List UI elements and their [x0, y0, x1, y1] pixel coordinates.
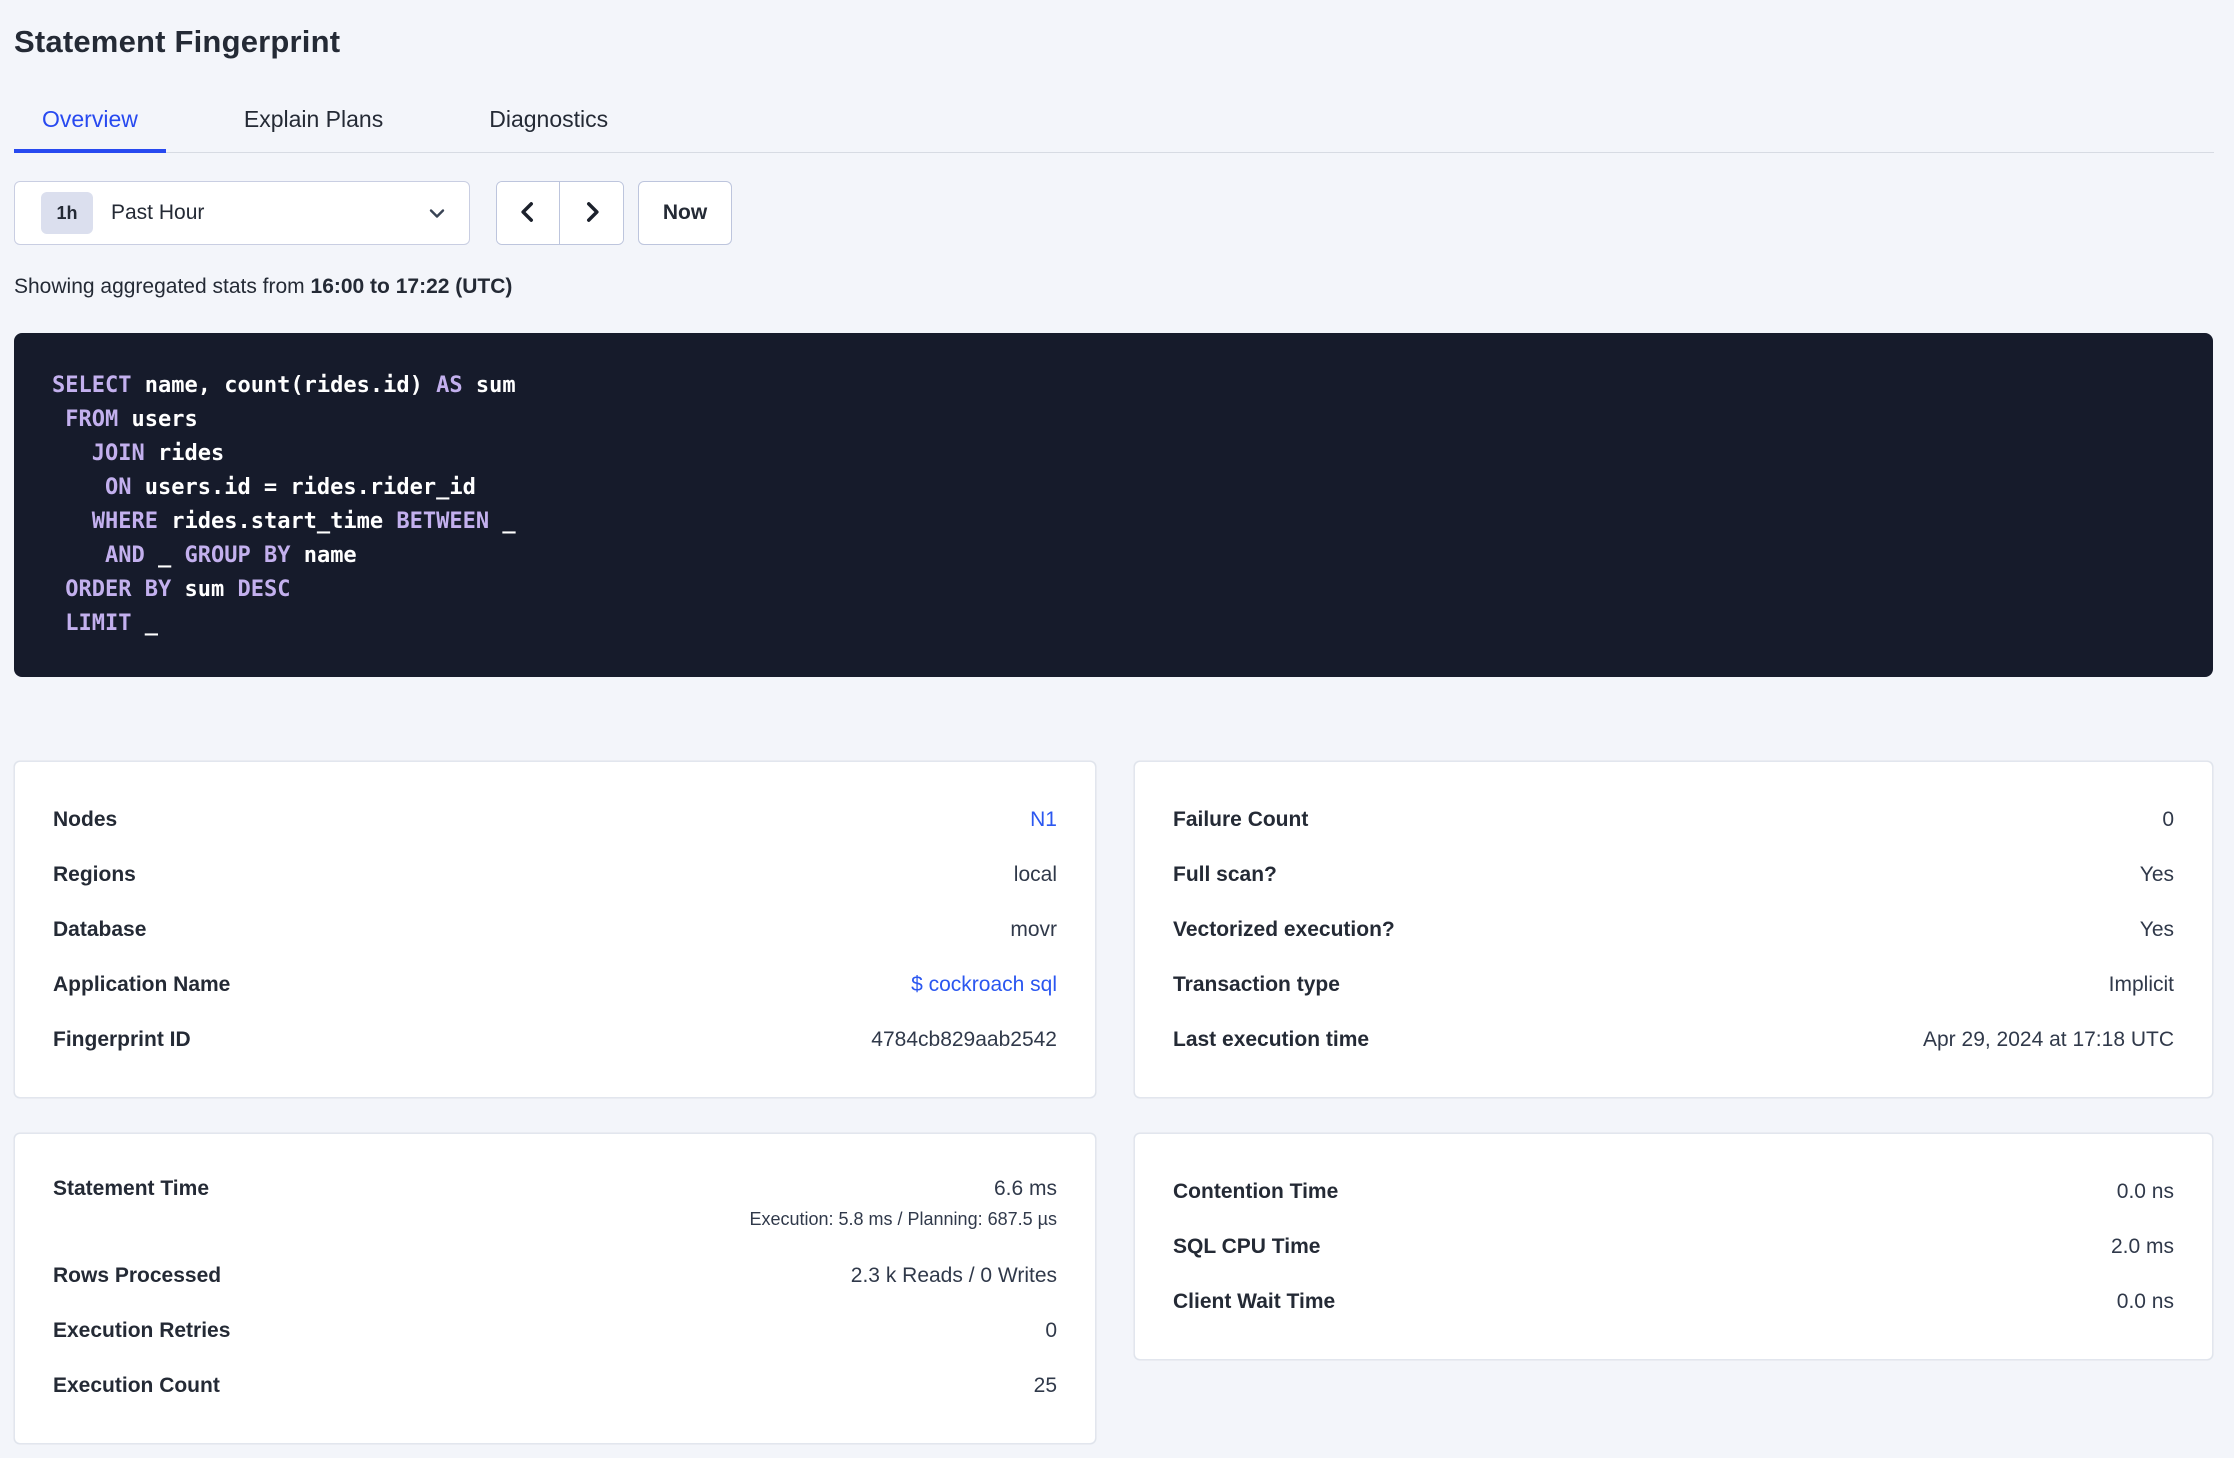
summary-row-value: 0.0 ns [2116, 1179, 2174, 1203]
summary-row-value: 0.0 ns [2116, 1289, 2174, 1313]
summary-row-value: 2.0 ms [2110, 1234, 2174, 1258]
chevron-left-icon [515, 199, 541, 228]
sql-line: WHERE rides.start_time BETWEEN _ [91, 509, 516, 534]
summary-row-label: Database [53, 917, 147, 941]
summary-row: Rows Processed 2.3 k Reads / 0 Writes [53, 1248, 1057, 1303]
summary-row-value: 2.3 k Reads / 0 Writes [850, 1263, 1057, 1287]
summary-row: SQL CPU Time 2.0 ms [1173, 1219, 2174, 1274]
chevron-down-icon [425, 201, 449, 225]
summary-row: Fingerprint ID 4784cb829aab2542 [53, 1012, 1057, 1067]
card-statement-details: Nodes N1 Regions local Database movr Applicati… [14, 761, 1096, 1098]
summary-cards-grid: Nodes N1 Regions local Database movr Applicati… [14, 761, 2214, 1444]
summary-row-label: Statement Time [53, 1177, 209, 1200]
summary-row: Transaction type Implicit [1173, 957, 2174, 1012]
summary-row-label: Failure Count [1173, 807, 1309, 831]
summary-row-value: 0 [1045, 1318, 1057, 1342]
summary-row-value: 25 [1033, 1373, 1057, 1397]
summary-row-label: Nodes [53, 807, 118, 831]
summary-row: Full scan? Yes [1173, 847, 2174, 902]
summary-row-value: movr [1010, 917, 1057, 941]
summary-row: Regions local [53, 847, 1057, 902]
summary-row-value: Yes [2139, 862, 2174, 886]
tab-explain-plans[interactable]: Explain Plans [216, 92, 411, 153]
card-statement-times: Statement Time 6.6 ms Execution: 5.8 ms / … [14, 1133, 1096, 1444]
page-title: Statement Fingerprint [14, 24, 341, 59]
summary-row-label: SQL CPU Time [1173, 1234, 1321, 1258]
time-range-badge: 1h [41, 192, 93, 234]
summary-row-label: Rows Processed [53, 1263, 222, 1287]
sql-line: LIMIT _ [65, 611, 158, 636]
summary-row-value: Apr 29, 2024 at 17:18 UTC [1923, 1027, 2174, 1051]
summary-row-label: Execution Retries [53, 1318, 231, 1342]
summary-row: Execution Count 25 [53, 1358, 1057, 1413]
summary-row: Last execution time Apr 29, 2024 at 17:18… [1173, 1012, 2174, 1067]
time-controls: 1h Past Hour Now [14, 181, 2214, 245]
summary-row: Nodes N1 [53, 792, 1057, 847]
summary-row-subvalue: Execution: 5.8 ms / Planning: 687.5 µs [749, 1209, 1057, 1229]
summary-row-value: Yes [2139, 917, 2174, 941]
summary-row-label: Regions [53, 862, 136, 886]
summary-row: Statement Time 6.6 ms Execution: 5.8 ms / … [53, 1164, 1057, 1248]
summary-row: Contention Time 0.0 ns [1173, 1164, 2174, 1219]
tab-bar: Overview Explain Plans Diagnostics [14, 92, 2214, 153]
summary-row-value: 0 [2162, 807, 2174, 831]
stats-line-prefix: Showing aggregated stats from [14, 275, 311, 298]
sql-line: SELECT name, count(rides.id) AS sum [52, 373, 516, 398]
next-range-button[interactable] [560, 182, 623, 244]
summary-row: Failure Count 0 [1173, 792, 2174, 847]
summary-row-label: Vectorized execution? [1173, 917, 1395, 941]
stats-line-range: 16:00 to 17:22 (UTC) [310, 275, 513, 298]
statement-fingerprint-page: Statement Fingerprint Overview Explain Pl… [0, 0, 2234, 1458]
summary-row-label: Client Wait Time [1173, 1289, 1336, 1313]
now-button[interactable]: Now [638, 181, 732, 245]
card-execution-attributes: Failure Count 0 Full scan? Yes Vectorized ex… [1134, 761, 2213, 1098]
summary-row-value-link[interactable]: N1 [1030, 808, 1057, 832]
sql-line: ORDER BY sum DESC [65, 577, 291, 602]
summary-row-value: 4784cb829aab2542 [871, 1027, 1057, 1051]
summary-row: Execution Retries 0 [53, 1303, 1057, 1358]
summary-row-label: Transaction type [1173, 972, 1340, 996]
summary-row-label: Application Name [53, 972, 231, 996]
summary-row: Application Name $ cockroach sql [53, 957, 1057, 1012]
sql-line: FROM users [65, 407, 198, 432]
sql-statement-box: SELECT name, count(rides.id) AS sum FROM… [14, 333, 2213, 677]
range-step-buttons [496, 181, 624, 245]
summary-row: Database movr [53, 902, 1057, 957]
chevron-right-icon [579, 199, 605, 228]
tab-diagnostics[interactable]: Diagnostics [461, 92, 636, 153]
sql-line: ON users.id = rides.rider_id [104, 475, 476, 500]
card-wait-times: Contention Time 0.0 ns SQL CPU Time 2.0 ms C… [1134, 1133, 2213, 1360]
tab-overview[interactable]: Overview [14, 92, 166, 153]
summary-row-label: Full scan? [1173, 862, 1277, 886]
aggregated-stats-line: Showing aggregated stats from 16:00 to 1… [14, 275, 2214, 299]
summary-row-value-link[interactable]: $ cockroach sql [911, 973, 1057, 997]
summary-row-label: Last execution time [1173, 1027, 1370, 1051]
summary-row: Vectorized execution? Yes [1173, 902, 2174, 957]
time-range-select[interactable]: 1h Past Hour [14, 181, 470, 245]
prev-range-button[interactable] [497, 182, 560, 244]
sql-line: JOIN rides [91, 441, 225, 466]
summary-row: Client Wait Time 0.0 ns [1173, 1274, 2174, 1329]
summary-row-label: Fingerprint ID [53, 1027, 191, 1051]
time-range-label: Past Hour [111, 201, 205, 224]
summary-row-value: Implicit [2108, 972, 2174, 996]
summary-row-label: Contention Time [1173, 1179, 1339, 1203]
summary-row-label: Execution Count [53, 1373, 220, 1397]
sql-line: AND _ GROUP BY name [104, 543, 357, 568]
summary-row-value: local [1013, 862, 1057, 886]
summary-row-value: 6.6 ms [993, 1177, 1057, 1200]
